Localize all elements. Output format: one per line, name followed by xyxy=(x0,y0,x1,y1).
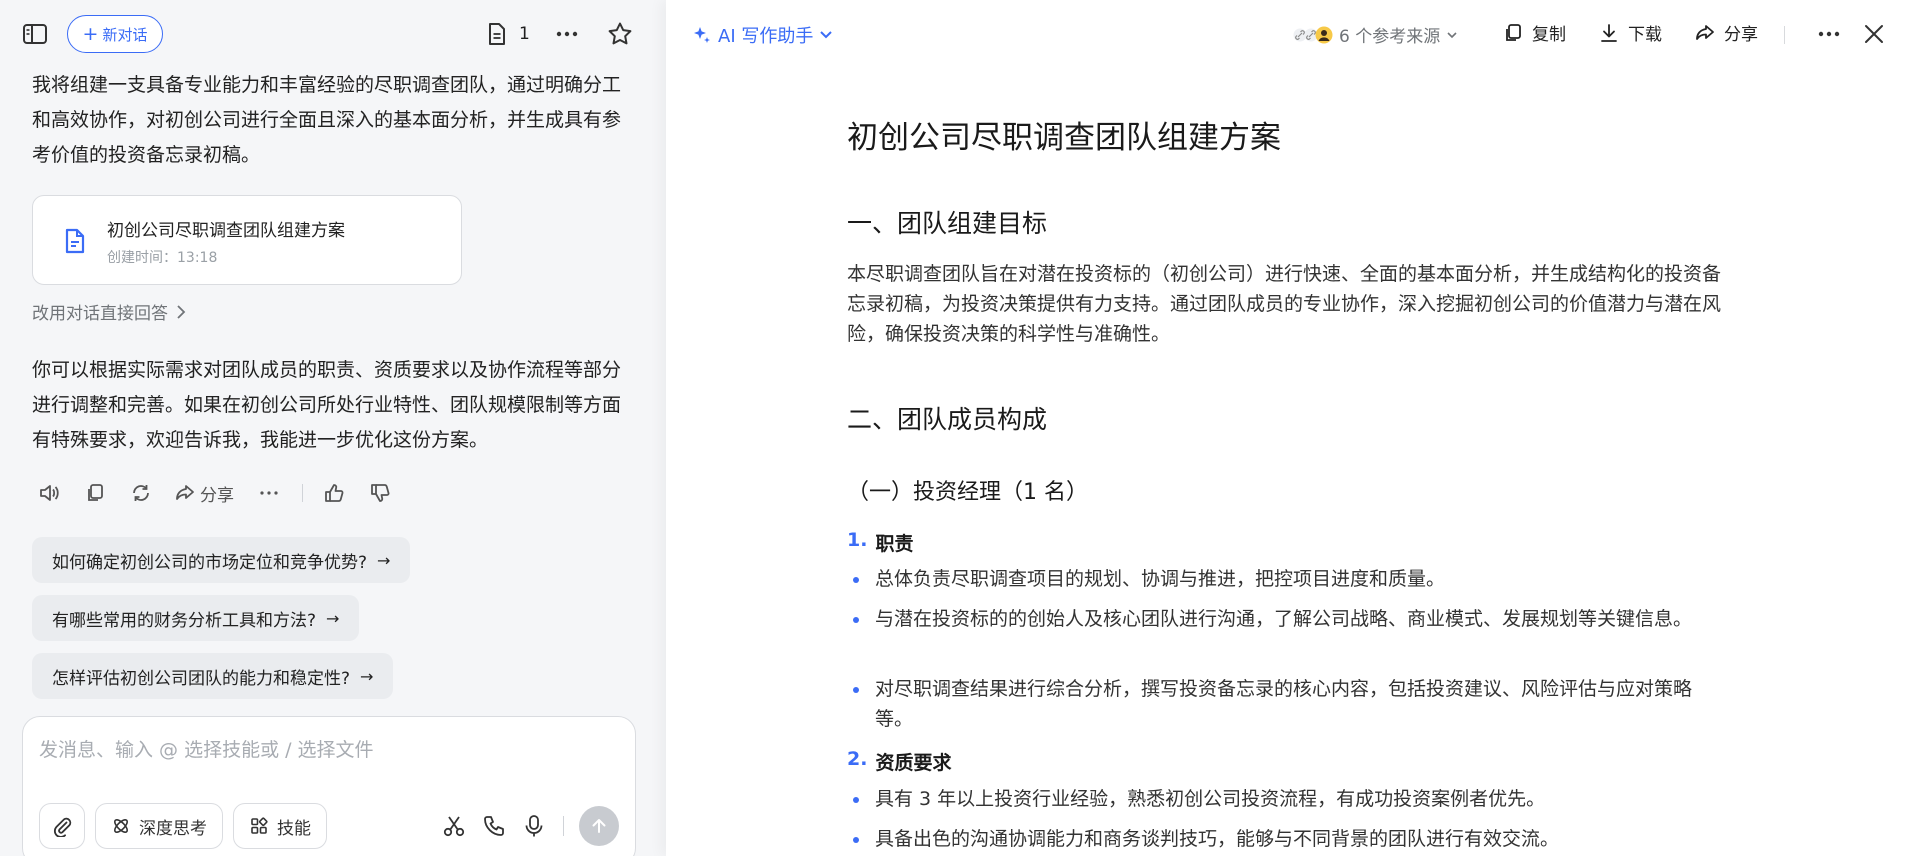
ai-helper-label: AI 写作助手 xyxy=(718,26,814,47)
numbered-item: 1. 职责 xyxy=(847,529,913,556)
bullet-item: 具有 3 年以上投资行业经验，熟悉初创公司投资流程，有成功投资案例者优先。 xyxy=(847,784,1727,814)
item-label: 资质要求 xyxy=(875,752,952,774)
phone-icon[interactable] xyxy=(481,813,507,839)
copy-label: 复制 xyxy=(1532,25,1566,45)
share-button[interactable]: 分享 xyxy=(1694,20,1758,45)
switch-link-label: 改用对话直接回答 xyxy=(32,304,168,324)
numbered-item: 2. 资质要求 xyxy=(847,748,951,775)
message-composer: 深度思考 技能 xyxy=(22,716,636,856)
bullet-item: 对尽职调查结果进行综合分析，撰写投资备忘录的核心内容，包括投资建议、风险评估与应… xyxy=(847,674,1727,734)
sparkle-icon xyxy=(694,27,710,43)
switch-to-chat-link[interactable]: 改用对话直接回答 xyxy=(32,299,186,324)
divider xyxy=(302,484,303,502)
sidebar-toggle-icon[interactable] xyxy=(22,22,48,46)
document-title: 初创公司尽职调查团队组建方案 xyxy=(847,120,1281,156)
thumbs-down-icon[interactable] xyxy=(367,480,393,506)
ai-writing-assistant-button[interactable]: AI 写作助手 xyxy=(692,22,833,48)
suggestion-text: 怎样评估初创公司团队的能力和稳定性? xyxy=(52,668,351,689)
refs-label: 6 个参考来源 xyxy=(1339,27,1441,47)
star-icon[interactable] xyxy=(607,21,633,47)
more-icon[interactable] xyxy=(554,22,580,46)
assistant-message: 我将组建一支具备专业能力和丰富经验的尽职调查团队，通过明确分工和高效协作，对初创… xyxy=(32,74,622,166)
document-card-title: 初创公司尽职调查团队组建方案 xyxy=(107,221,345,241)
copy-button[interactable]: 复制 xyxy=(1502,20,1566,45)
arrow-up-icon xyxy=(592,819,606,833)
arrow-right-icon: → xyxy=(377,550,391,570)
section-heading: 二、团队成员构成 xyxy=(847,405,1048,434)
doc-file-icon xyxy=(63,227,87,255)
arrow-right-icon: → xyxy=(360,666,374,686)
new-chat-label: 新对话 xyxy=(102,25,148,44)
download-icon xyxy=(1601,23,1617,42)
suggestion-chip[interactable]: 怎样评估初创公司团队的能力和稳定性? → xyxy=(32,653,394,699)
paperclip-icon xyxy=(54,817,72,837)
microphone-icon[interactable] xyxy=(521,813,547,839)
copy-icon xyxy=(1506,23,1521,41)
regenerate-icon[interactable] xyxy=(128,480,154,506)
atom-icon xyxy=(114,819,128,833)
reference-sources-button[interactable]: 6 个参考来源 xyxy=(1293,22,1458,47)
divider xyxy=(563,816,564,836)
item-number: 2. xyxy=(847,748,868,770)
divider xyxy=(1784,26,1785,44)
share-icon xyxy=(176,485,194,500)
plus-icon: + xyxy=(82,22,99,45)
share-label: 分享 xyxy=(200,485,234,506)
skills-button[interactable]: 技能 xyxy=(233,803,327,849)
suggestion-text: 有哪些常用的财务分析工具和方法? xyxy=(52,610,317,631)
more-icon[interactable] xyxy=(1816,22,1842,46)
scissors-icon[interactable] xyxy=(441,813,467,839)
suggestion-chip[interactable]: 如何确定初创公司的市场定位和竞争优势? → xyxy=(32,537,411,583)
skills-label: 技能 xyxy=(277,818,311,839)
item-label: 职责 xyxy=(875,533,914,555)
deep-think-label: 深度思考 xyxy=(139,818,207,839)
message-input[interactable] xyxy=(39,735,619,775)
document-card[interactable]: 初创公司尽职调查团队组建方案 创建时间：13:18 xyxy=(32,195,462,285)
bullet-item: 与潜在投资标的的创始人及核心团队进行沟通，了解公司战略、商业模式、发展规划等关键… xyxy=(847,604,1727,634)
thumbs-up-icon[interactable] xyxy=(321,480,347,506)
document-icon xyxy=(489,23,505,45)
grid-icon xyxy=(251,817,268,834)
section-heading: 一、团队组建目标 xyxy=(847,209,1048,238)
share-label: 分享 xyxy=(1724,25,1758,45)
document-card-time: 创建时间：13:18 xyxy=(107,250,218,266)
new-chat-button[interactable]: + 新对话 xyxy=(67,15,163,53)
more-icon[interactable] xyxy=(256,480,282,506)
share-icon xyxy=(1696,24,1714,40)
speaker-icon[interactable] xyxy=(36,480,62,506)
close-icon[interactable] xyxy=(1861,21,1887,47)
attach-button[interactable] xyxy=(39,803,85,849)
download-label: 下载 xyxy=(1628,25,1662,45)
share-button[interactable]: 分享 xyxy=(174,481,234,506)
document-panel: AI 写作助手 6 个参考来源 复制 下载 分享 初创公司尽职调查团队组建方案 … xyxy=(666,0,1905,856)
copy-icon[interactable] xyxy=(82,480,108,506)
chevron-down-icon xyxy=(820,31,833,39)
avatar-icon xyxy=(1315,26,1333,43)
assistant-message: 你可以根据实际需求对团队成员的职责、资质要求以及协作流程等部分进行调整和完善。如… xyxy=(32,359,622,451)
chevron-down-icon xyxy=(1447,31,1457,38)
suggestion-chip[interactable]: 有哪些常用的财务分析工具和方法? → xyxy=(32,595,360,641)
subsection-heading: （一）投资经理（1 名） xyxy=(847,480,1088,505)
send-button[interactable] xyxy=(579,806,619,846)
bullet-item: 具备出色的沟通协调能力和商务谈判技巧，能够与不同背景的团队进行有效交流。 xyxy=(847,824,1727,854)
arrow-right-icon: → xyxy=(326,608,340,628)
doc-count-button[interactable]: 1 xyxy=(487,22,530,46)
deep-think-button[interactable]: 深度思考 xyxy=(95,803,223,849)
item-number: 1. xyxy=(847,529,868,551)
doc-count: 1 xyxy=(519,24,530,44)
source-avatars xyxy=(1293,26,1333,44)
section-paragraph: 本尽职调查团队旨在对潜在投资标的（初创公司）进行快速、全面的基本面分析，并生成结… xyxy=(847,263,1722,345)
bullet-item: 总体负责尽职调查项目的规划、协调与推进，把控项目进度和质量。 xyxy=(847,564,1727,594)
download-button[interactable]: 下载 xyxy=(1598,20,1662,45)
suggestion-text: 如何确定初创公司的市场定位和竞争优势? xyxy=(52,552,368,573)
chat-header: + 新对话 1 xyxy=(0,0,666,68)
chat-panel: + 新对话 1 我将组建一支具备专业能力和丰富经验的尽职调查团队，通过明确分工和… xyxy=(0,0,666,856)
message-actions: 分享 xyxy=(36,479,413,507)
chevron-right-icon xyxy=(177,304,186,319)
